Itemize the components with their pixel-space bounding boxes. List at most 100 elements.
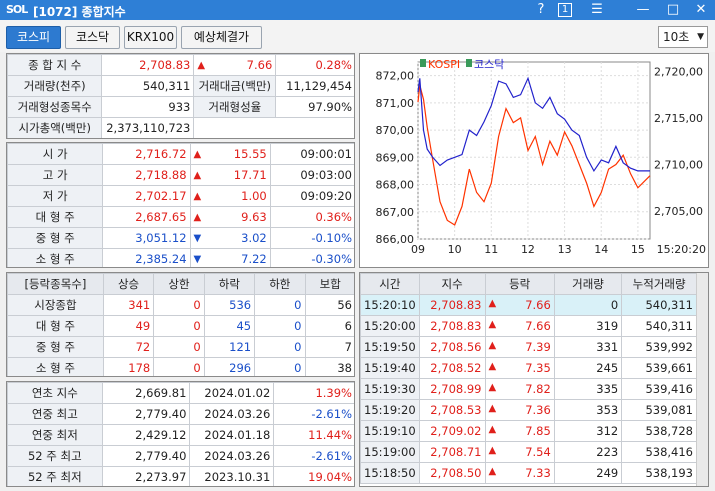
price-extra: 0.36% (269, 206, 354, 228)
tick-row[interactable]: 15:19:50 2,708.56 ▲ 7.39 331 539,992 (360, 336, 697, 358)
breadth-header: [등락종목수] 상승 상한 하락 하한 보합 (7, 273, 354, 295)
tick-volume: 331 (553, 336, 623, 358)
price-change: 17.71 (208, 164, 271, 186)
tick-change: ▲ 7.82 (484, 378, 555, 400)
tick-index: 2,708.83 (418, 294, 486, 316)
formed-count-label: 거래형성종목수 (7, 96, 103, 118)
yearly-date: 2023.10.31 (189, 466, 275, 486)
tick-index: 2,708.50 (418, 462, 486, 484)
legend-marker (420, 59, 426, 67)
tick-change-value: 7.85 (525, 424, 551, 438)
tick-change-value: 7.39 (525, 340, 551, 354)
up-arrow-icon: ▲ (488, 298, 497, 309)
price-label: 중 형 주 (7, 227, 104, 249)
price-extra: 09:03:00 (269, 164, 354, 186)
yearly-row: 52 주 최저 2,273.97 2023.10.31 19.04% (7, 466, 354, 486)
mcap-value: 2,373,110,723 (101, 117, 195, 138)
formed-rate-label: 거래형성율 (193, 96, 277, 118)
breadth-cell: 0 (254, 315, 306, 337)
breadth-header-cell: [등락종목수] (7, 273, 104, 295)
yearly-rate: 1.39% (273, 382, 354, 404)
tick-index: 2,708.52 (418, 357, 486, 379)
tab-kospi[interactable]: 코스피 (6, 26, 61, 49)
ticks-scrollbar[interactable] (696, 273, 708, 486)
price-change: 7.22 (208, 248, 271, 267)
price-value: 2,687.65 (102, 206, 191, 228)
y-right-tick: 2,705,00 (654, 205, 703, 218)
up-arrow-icon: ▲ (189, 143, 209, 165)
tick-change-value: 7.35 (525, 361, 551, 375)
breadth-cell: 341 (102, 294, 155, 316)
price-label: 대 형 주 (7, 206, 104, 228)
yearly-label: 52 주 최저 (7, 466, 103, 486)
yearly-label: 52 주 최고 (7, 445, 103, 467)
tick-cum-volume: 540,311 (621, 315, 697, 337)
yearly-value: 2,779.40 (101, 403, 191, 425)
menu-icon[interactable]: ☰ (588, 1, 606, 19)
price-label: 저 가 (7, 185, 104, 207)
breadth-cell: 소 형 주 (7, 357, 104, 376)
yearly-rate: -2.61% (273, 403, 354, 425)
y-left-tick: 866,00 (376, 233, 415, 246)
minimize-button[interactable]: — (634, 1, 652, 19)
breadth-cell: 0 (153, 336, 205, 358)
tick-row[interactable]: 15:20:10 2,708.83 ▲ 7.66 0 540,311 (360, 294, 697, 316)
yearly-row: 52 주 최고 2,779.40 2024.03.26 -2.61% (7, 445, 354, 467)
y-left-tick: 867,00 (376, 206, 415, 219)
breadth-row: 시장종합 341 0 536 0 56 (7, 294, 354, 316)
tick-cum-volume: 539,992 (621, 336, 697, 358)
interval-select[interactable]: 10초 ▼ (658, 26, 708, 48)
x-tick: 12 (521, 243, 535, 256)
y-left-tick: 868,00 (376, 179, 415, 192)
breadth-header-cell: 상한 (153, 273, 205, 295)
tick-cum-volume: 538,728 (621, 420, 697, 442)
up-arrow-icon: ▲ (488, 319, 497, 330)
legend-kosdaq: 코스닥 (474, 58, 504, 71)
x-end-label: 15:20:20 (657, 243, 706, 256)
price-change: 1.00 (208, 185, 271, 207)
price-row: 중 형 주 3,051.12 ▼ 3.02 -0.10% (7, 227, 354, 249)
y-left-tick: 871,00 (376, 97, 415, 110)
up-arrow-icon: ▲ (488, 382, 497, 393)
close-button[interactable]: ✕ (692, 1, 710, 19)
tick-cum-volume: 540,311 (621, 294, 697, 316)
amount-value: 11,129,454 (275, 75, 354, 97)
tick-row[interactable]: 15:19:00 2,708.71 ▲ 7.54 223 538,416 (360, 441, 697, 463)
yearly-date: 2024.01.18 (189, 424, 275, 446)
chevron-down-icon: ▼ (697, 32, 704, 42)
tick-cum-volume: 539,661 (621, 357, 697, 379)
index-rate: 0.28% (275, 54, 354, 76)
breadth-cell: 대 형 주 (7, 315, 104, 337)
price-value: 2,385.24 (102, 248, 191, 267)
tick-change: ▲ 7.54 (484, 441, 555, 463)
tab-kosdaq[interactable]: 코스닥 (65, 26, 120, 49)
price-extra: 09:00:01 (269, 143, 354, 165)
maximize-button[interactable]: □ (664, 1, 682, 19)
x-tick: 14 (594, 243, 608, 256)
price-row: 고 가 2,718.88 ▲ 17.71 09:03:00 (7, 164, 354, 186)
tick-row[interactable]: 15:19:20 2,708.53 ▲ 7.36 353 539,081 (360, 399, 697, 421)
tick-row[interactable]: 15:19:30 2,708.99 ▲ 7.82 335 539,416 (360, 378, 697, 400)
title-bar: SOL [1072] 종합지수 ? 1 ☰ — □ ✕ (0, 0, 715, 20)
yearly-rate: -2.61% (273, 445, 354, 467)
prices-panel: 시 가 2,716.72 ▲ 15.55 09:00:01 고 가 2,718.88 ▲ 17.… (6, 142, 355, 268)
breadth-cell: 시장종합 (7, 294, 104, 316)
price-change: 15.55 (208, 143, 271, 165)
tick-row[interactable]: 15:19:40 2,708.52 ▲ 7.35 245 539,661 (360, 357, 697, 379)
help-button[interactable]: ? (532, 1, 550, 19)
ticks-panel: 시간 지수 등락 거래량 누적거래량 15:20:10 2,708.83 ▲ 7.66 0 540,… (359, 272, 709, 487)
price-row: 대 형 주 2,687.65 ▲ 9.63 0.36% (7, 206, 354, 228)
tick-row[interactable]: 15:20:00 2,708.83 ▲ 7.66 319 540,311 (360, 315, 697, 337)
y-right-tick: 2,715,00 (654, 112, 703, 125)
tick-time: 15:19:30 (360, 378, 420, 400)
tab-expected-price[interactable]: 예상체결가 (181, 26, 262, 49)
tab-krx100[interactable]: KRX100 (124, 26, 177, 49)
page-number-button[interactable]: 1 (558, 3, 572, 17)
index-value: 2,708.83 (101, 54, 195, 76)
tick-row[interactable]: 15:18:50 2,708.50 ▲ 7.33 249 538,193 (360, 462, 697, 484)
tick-time: 15:19:50 (360, 336, 420, 358)
tick-row[interactable]: 15:19:10 2,709.02 ▲ 7.85 312 538,728 (360, 420, 697, 442)
ticks-header-cell: 등락 (484, 273, 555, 295)
y-left-tick: 869,00 (376, 151, 415, 164)
tick-index: 2,708.53 (418, 399, 486, 421)
